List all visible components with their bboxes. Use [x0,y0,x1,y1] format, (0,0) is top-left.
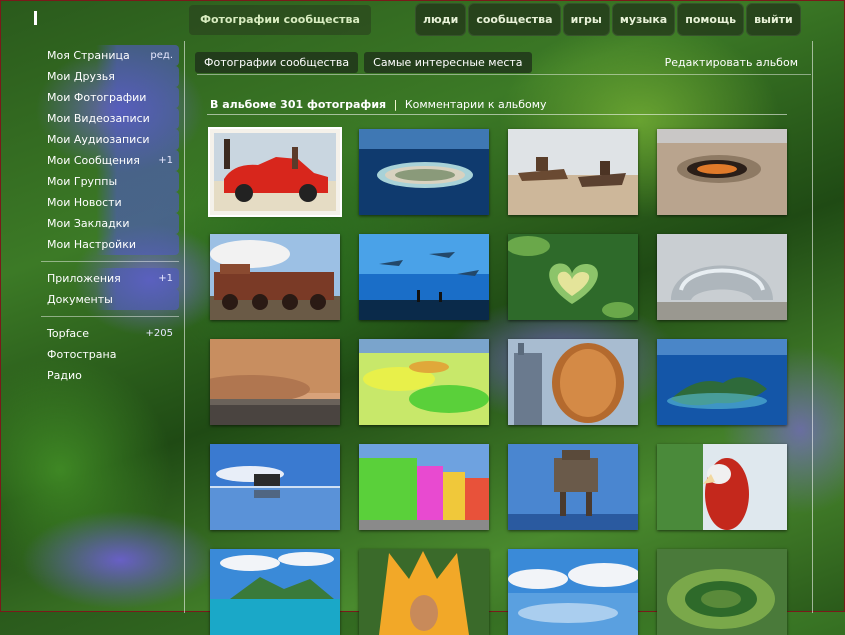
edit-link[interactable]: ред. [150,45,173,66]
sidebar-item-videos[interactable]: Мои Видеозаписи [41,108,179,129]
photo-thumbnail[interactable] [210,234,340,320]
sidebar-item-bookmarks[interactable]: Мои Закладки [41,213,179,234]
nav-help[interactable]: помощь [677,3,745,36]
sidebar-item-label: Фотострана [47,348,117,361]
sidebar-item-groups[interactable]: Мои Группы [41,171,179,192]
sidebar-item-label: Мои Сообщения [47,154,140,167]
photo-thumbnail[interactable] [657,444,787,530]
sidebar-item-friends[interactable]: Мои Друзья [41,66,179,87]
locomotive-image [210,234,340,320]
album-tabs: Фотографии сообщества Самые интересные м… [195,52,532,73]
atoll-island-image [359,129,489,215]
mirror-salt-flat-image [210,444,340,530]
red-car-image [210,129,340,215]
sidebar-divider [41,316,179,317]
photo-thumbnail[interactable] [359,549,489,635]
top-bar: Фотографии сообщества люди сообщества иг… [1,1,845,39]
summary-divider [207,114,787,115]
messages-count-badge: +1 [158,155,173,166]
sidebar-item-label: Мои Аудиозаписи [47,133,150,146]
logo-icon[interactable] [34,11,37,25]
sidebar-item-label: Документы [47,293,113,306]
sidebar-item-audio[interactable]: Мои Аудиозаписи [41,129,179,150]
cloud-gate-image [657,234,787,320]
heart-island-image [508,234,638,320]
photo-thumbnail[interactable] [359,444,489,530]
sidebar-item-label: Радио [47,369,82,382]
dust-storm-image [210,339,340,425]
apps-count-badge: +1 [158,273,173,284]
sidebar-item-label: Мои Настройки [47,238,136,251]
nav-games[interactable]: игры [562,3,610,36]
edit-album-link[interactable]: Редактировать альбом [665,56,798,69]
sidebar-item-radio[interactable]: Радио [41,365,179,386]
sidebar: Моя Страница ред. Мои Друзья Мои Фотогра… [41,45,179,386]
clouds-water-image [508,549,638,635]
salt-flats-image [359,339,489,425]
sidebar-item-news[interactable]: Мои Новости [41,192,179,213]
photo-thumbnail[interactable] [210,444,340,530]
crater-image [657,129,787,215]
page-title: Фотографии сообщества [189,5,371,35]
photo-thumbnail[interactable] [359,339,489,425]
sidebar-item-apps[interactable]: Приложения +1 [41,268,179,289]
photo-thumbnail[interactable] [508,444,638,530]
sidebar-item-fotostrana[interactable]: Фотострана [41,344,179,365]
photo-thumbnail[interactable] [208,127,342,217]
carnival-costume-image [359,549,489,635]
photo-thumbnail[interactable] [210,549,340,635]
photo-thumbnail[interactable] [657,129,787,215]
city-towers-image [508,339,638,425]
volcano-crater-image [657,549,787,635]
nav-people[interactable]: люди [415,3,467,36]
nav-logout[interactable]: выйти [746,3,801,36]
photo-thumbnail[interactable] [359,129,489,215]
sidebar-item-label: Мои Группы [47,175,118,188]
sidebar-item-label: Мои Видеозаписи [47,112,150,125]
sidebar-item-label: Мои Фотографии [47,91,147,104]
summary-separator: | [393,98,398,111]
photo-thumbnail[interactable] [508,339,638,425]
sidebar-divider [41,261,179,262]
sidebar-item-my-page[interactable]: Моя Страница ред. [41,45,179,66]
sidebar-item-label: Приложения [47,272,121,285]
mountain-island-image [210,549,340,635]
sidebar-item-label: Мои Друзья [47,70,115,83]
album-comments-link[interactable]: Комментарии к альбому [405,98,547,111]
topface-count-badge: +205 [145,328,173,339]
sidebar-item-settings[interactable]: Мои Настройки [41,234,179,255]
photo-thumbnail[interactable] [359,234,489,320]
sidebar-item-label: Мои Закладки [47,217,130,230]
nav-music[interactable]: музыка [611,3,676,36]
parrot-image [657,444,787,530]
sidebar-item-label: Topface [47,327,89,340]
sidebar-item-photos[interactable]: Мои Фотографии [41,87,179,108]
sidebar-item-topface[interactable]: Topface +205 [41,323,179,344]
colorful-houses-image [359,444,489,530]
rocky-island-image [657,339,787,425]
photo-thumbnail[interactable] [657,549,787,635]
photo-thumbnail[interactable] [508,129,638,215]
sea-fort-image [508,444,638,530]
photo-thumbnail[interactable] [657,339,787,425]
desert-ships-image [508,129,638,215]
sidebar-item-label: Моя Страница [47,49,130,62]
aquarium-tunnel-image [359,234,489,320]
sidebar-item-label: Мои Новости [47,196,122,209]
tab-interesting-places[interactable]: Самые интересные места [364,52,532,73]
photo-thumbnail[interactable] [508,234,638,320]
tab-community-photos[interactable]: Фотографии сообщества [195,52,359,73]
sidebar-item-documents[interactable]: Документы [41,289,179,310]
tabs-divider [197,74,811,75]
sidebar-item-messages[interactable]: Мои Сообщения +1 [41,150,179,171]
photo-thumbnail[interactable] [210,339,340,425]
photo-count: В альбоме 301 фотография [210,98,387,111]
top-nav: люди сообщества игры музыка помощь выйти [415,3,801,36]
nav-communities[interactable]: сообщества [468,3,561,36]
photo-thumbnail[interactable] [508,549,638,635]
photo-thumbnail[interactable] [657,234,787,320]
album-summary: В альбоме 301 фотография | Комментарии к… [210,98,547,111]
